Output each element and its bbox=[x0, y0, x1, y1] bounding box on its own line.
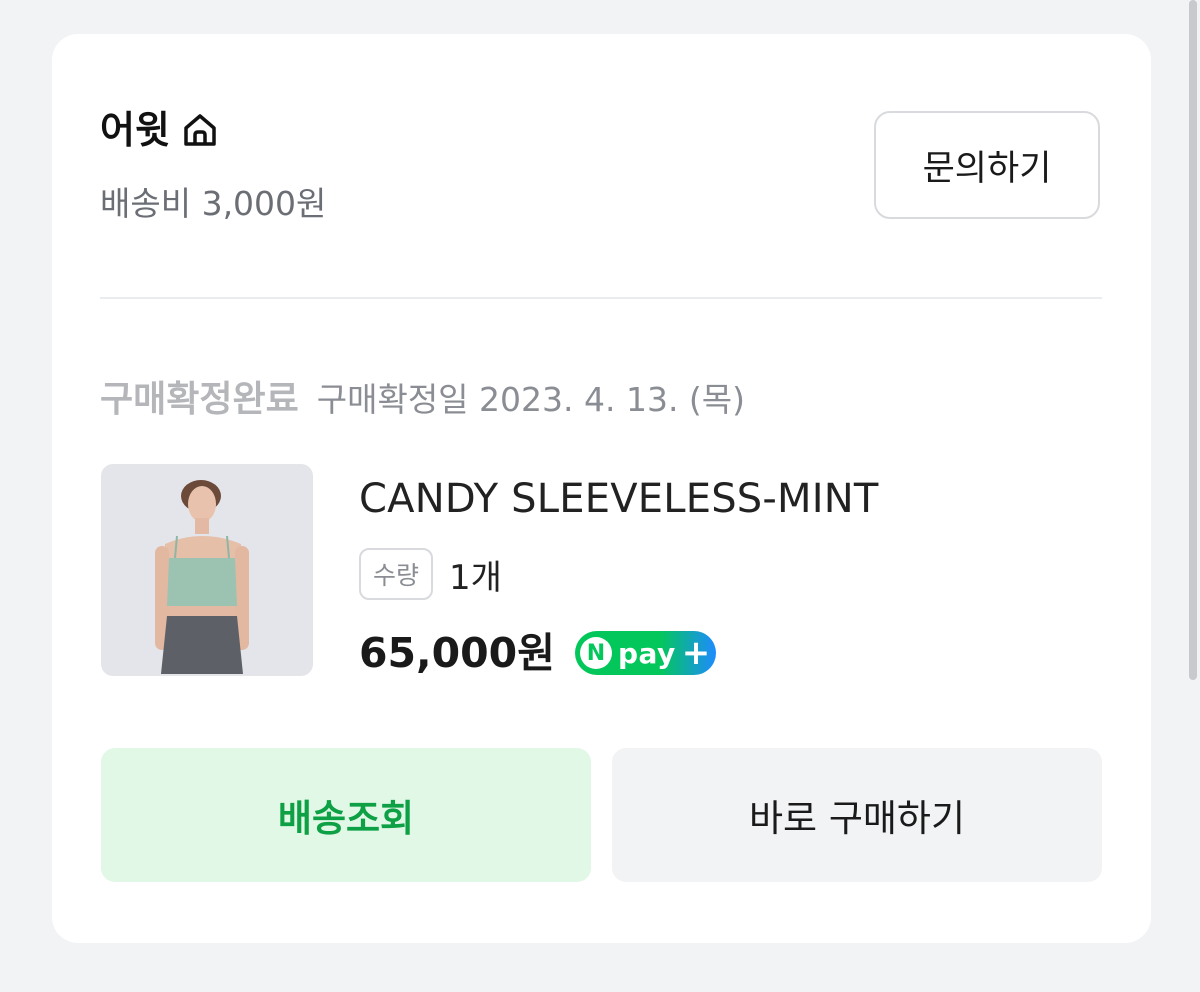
product-image[interactable] bbox=[101, 464, 313, 676]
plus-icon: + bbox=[681, 633, 711, 673]
quantity-row: 수량 1개 bbox=[359, 548, 502, 600]
seller-header[interactable]: 어윗 bbox=[100, 106, 220, 154]
divider bbox=[100, 297, 1102, 299]
quantity-label-badge: 수량 bbox=[359, 548, 434, 600]
product-name[interactable]: CANDY SLEEVELESS-MINT bbox=[359, 474, 878, 524]
npay-n-icon: N bbox=[579, 637, 612, 669]
seller-name[interactable]: 어윗 bbox=[100, 106, 170, 154]
order-card: 어윗 배송비 3,000원 문의하기 구매확정완료 구매확정일 2023. 4.… bbox=[52, 34, 1151, 943]
product-price: 65,000원 bbox=[359, 629, 555, 677]
quantity-value: 1개 bbox=[449, 557, 502, 598]
order-status-row: 구매확정완료 구매확정일 2023. 4. 13. (목) bbox=[100, 370, 745, 422]
order-status: 구매확정완료 bbox=[100, 379, 299, 420]
price-row: 65,000원 N pay + bbox=[359, 626, 717, 680]
shipping-fee: 배송비 3,000원 bbox=[100, 184, 327, 223]
inquiry-button[interactable]: 문의하기 bbox=[874, 111, 1100, 219]
buy-now-button[interactable]: 바로 구매하기 bbox=[612, 748, 1102, 882]
scrollbar[interactable] bbox=[1184, 0, 1200, 992]
npay-plus-badge: N pay + bbox=[574, 631, 717, 675]
npay-text: pay bbox=[617, 636, 676, 670]
scrollbar-thumb[interactable] bbox=[1189, 0, 1197, 680]
confirm-date: 구매확정일 2023. 4. 13. (목) bbox=[316, 380, 746, 419]
home-icon[interactable] bbox=[180, 110, 220, 150]
track-shipment-button[interactable]: 배송조회 bbox=[101, 748, 591, 882]
